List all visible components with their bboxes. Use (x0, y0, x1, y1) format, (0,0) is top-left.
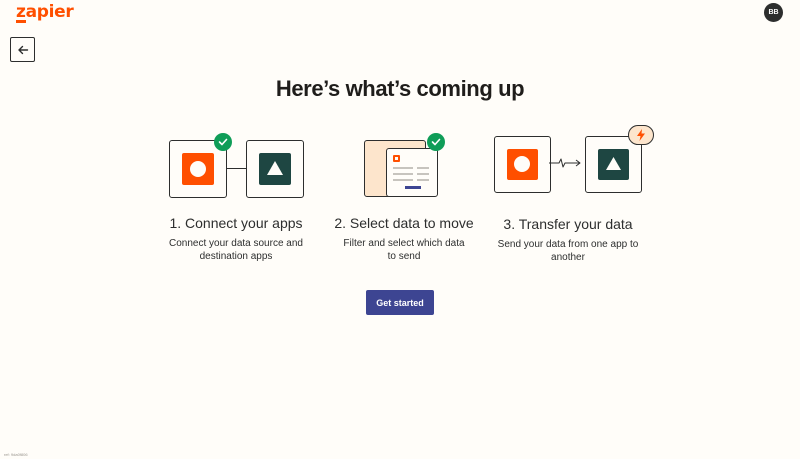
doc-app-badge (393, 155, 400, 162)
zapier-logo[interactable]: zapier (16, 2, 74, 22)
source-app-card (494, 136, 551, 193)
step-description: Filter and select which data to send (314, 237, 494, 263)
circle-icon (190, 161, 206, 177)
page-title: Here’s what’s coming up (275, 76, 525, 101)
destination-app-tile (259, 153, 291, 185)
destination-app-card (585, 136, 642, 193)
step-transfer-data: 3. Transfer your data Send your data fro… (478, 216, 658, 264)
step-description-line: Send your data from one app to (497, 239, 639, 250)
check-icon (427, 133, 445, 151)
step-title: 2. Select data to move (334, 215, 474, 231)
step-connect-apps: 1. Connect your apps Connect your data s… (146, 215, 326, 263)
source-app-tile (507, 149, 538, 180)
top-bar: zapier BB (0, 0, 800, 28)
triangle-icon (267, 161, 283, 175)
doc-line (417, 167, 429, 169)
select-data-illustration (363, 132, 447, 198)
doc-line (393, 179, 413, 181)
doc-line (417, 179, 429, 181)
transfer-arrow-icon (549, 158, 581, 168)
doc-line (417, 173, 429, 175)
transfer-data-illustration (494, 125, 656, 195)
get-started-button[interactable]: Get started (366, 290, 434, 315)
document-front (386, 148, 438, 197)
connector-line (226, 168, 246, 169)
circle-icon (514, 156, 530, 172)
lightning-badge (628, 125, 654, 145)
step-description-line: Connect your data source and (169, 238, 303, 249)
source-app-tile (182, 153, 214, 185)
step-description: Connect your data source and destination… (146, 237, 326, 263)
destination-app-card (246, 140, 304, 198)
arrow-left-icon (17, 45, 28, 54)
triangle-icon (606, 157, 621, 170)
doc-selected-bar (405, 186, 421, 189)
step-description-line: Filter and select which data (343, 238, 465, 249)
step-description: Send your data from one app to another (478, 238, 658, 264)
check-icon (214, 133, 232, 151)
step-title: 1. Connect your apps (169, 215, 303, 231)
footer-reference: ref: 9da0f806 (4, 452, 28, 457)
back-button[interactable] (10, 37, 35, 62)
step-description-line: another (551, 252, 585, 263)
lightning-icon (637, 129, 645, 141)
logo-underscore (16, 20, 26, 23)
step-description-line: to send (387, 251, 421, 262)
user-avatar[interactable]: BB (764, 3, 783, 22)
step-select-data: 2. Select data to move Filter and select… (314, 215, 494, 263)
destination-app-tile (598, 149, 629, 180)
connect-apps-illustration (169, 132, 305, 198)
doc-line (393, 167, 413, 169)
step-title: 3. Transfer your data (503, 216, 633, 232)
doc-line (393, 173, 413, 175)
step-description-line: destination apps (199, 251, 273, 262)
